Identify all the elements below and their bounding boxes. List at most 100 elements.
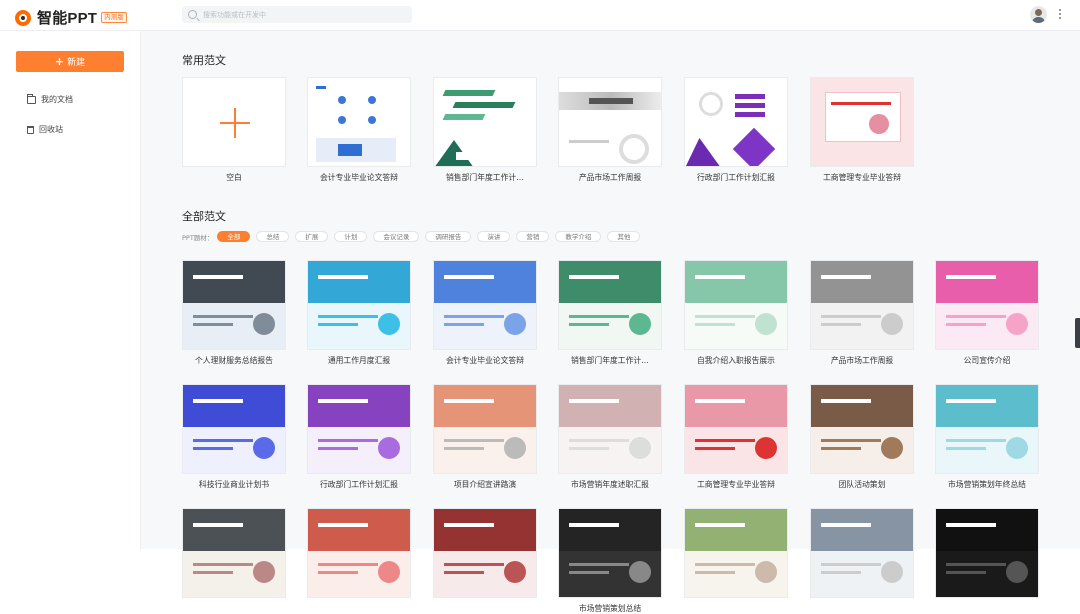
- template-card[interactable]: 团队活动策划: [810, 384, 914, 490]
- filter-tag[interactable]: 总结: [256, 231, 290, 242]
- search-icon: [188, 10, 197, 19]
- template-label: 会计专业毕业论文答辩: [320, 173, 398, 182]
- filter-tag[interactable]: 全部: [217, 231, 251, 242]
- template-thumbnail: [558, 508, 662, 598]
- template-card[interactable]: 工商管理专业毕业答辩: [810, 77, 914, 183]
- main-content: 常用范文 空白 会计专业毕业论文答辩 销售部门年度工作计… 产品市场工作周报 行…: [141, 31, 1080, 613]
- plus-icon: +: [54, 55, 65, 68]
- template-card[interactable]: 科技行业商业计划书: [182, 384, 286, 490]
- template-card[interactable]: 会计专业毕业论文答辩: [433, 260, 537, 366]
- template-label: 项目介绍宣讲路演: [453, 480, 517, 489]
- search-bar[interactable]: [182, 6, 412, 23]
- template-thumbnail: [935, 384, 1039, 474]
- filter-tag[interactable]: 会议记录: [373, 231, 420, 242]
- template-thumbnail: [182, 77, 286, 167]
- template-card[interactable]: 会计专业毕业论文答辩: [307, 77, 411, 183]
- avatar[interactable]: [1030, 6, 1047, 23]
- template-thumbnail: [810, 77, 914, 167]
- template-thumbnail: [433, 77, 537, 167]
- template-label: 团队活动策划: [838, 480, 886, 489]
- template-label: 科技行业商业计划书: [198, 480, 270, 489]
- template-card[interactable]: [307, 508, 411, 603]
- filter-tag[interactable]: 其他: [607, 231, 641, 242]
- template-thumbnail: [684, 260, 788, 350]
- template-thumbnail: [684, 77, 788, 167]
- template-thumbnail: [558, 77, 662, 167]
- section-title-all: 全部范文: [182, 210, 226, 223]
- new-button[interactable]: + 新建: [16, 51, 124, 72]
- template-card[interactable]: 项目介绍宣讲路演: [433, 384, 537, 490]
- template-card[interactable]: [684, 508, 788, 603]
- template-card[interactable]: 产品市场工作周报: [558, 77, 662, 183]
- template-card[interactable]: 行政部门工作计划汇报: [307, 384, 411, 490]
- sidebar-item-trash[interactable]: 回收站: [27, 124, 63, 135]
- template-card[interactable]: [810, 508, 914, 603]
- template-card[interactable]: 产品市场工作周报: [810, 260, 914, 366]
- sidebar-item-label: 回收站: [39, 125, 63, 134]
- template-thumbnail: [810, 508, 914, 598]
- template-thumbnail: [182, 260, 286, 350]
- folder-icon: [27, 93, 36, 104]
- template-card[interactable]: [182, 508, 286, 603]
- template-card[interactable]: 市场营销策划总结: [558, 508, 662, 614]
- template-thumbnail: [684, 384, 788, 474]
- template-thumbnail: [810, 260, 914, 350]
- template-card[interactable]: 通用工作月度汇报: [307, 260, 411, 366]
- template-label: 销售部门年度工作计…: [446, 173, 524, 182]
- template-thumbnail: [433, 508, 537, 598]
- template-card[interactable]: 个人理财服务总结报告: [182, 260, 286, 366]
- template-thumbnail: [558, 260, 662, 350]
- template-label: 会计专业毕业论文答辩: [446, 356, 524, 365]
- template-label: 工商管理专业毕业答辩: [697, 480, 775, 489]
- filter-tag[interactable]: 演讲: [477, 231, 511, 242]
- template-card[interactable]: 工商管理专业毕业答辩: [684, 384, 788, 490]
- logo-icon: [15, 9, 31, 26]
- filter-tag[interactable]: 扩展: [295, 231, 329, 242]
- template-label: 工商管理专业毕业答辩: [823, 173, 901, 182]
- template-label: 行政部门工作计划汇报: [320, 480, 398, 489]
- filter-bar: PPT题材： 全部 总结 扩展 计划 会议记录 调研报告 演讲 营销 教学介绍 …: [182, 231, 646, 242]
- template-label: 销售部门年度工作计…: [571, 356, 649, 365]
- template-card[interactable]: 市场营销年度述职汇报: [558, 384, 662, 490]
- template-thumbnail: [307, 77, 411, 167]
- sidebar: + 新建 我的文档 回收站: [0, 31, 141, 549]
- template-card[interactable]: 自我介绍入职报告展示: [684, 260, 788, 366]
- sidebar-item-my-docs[interactable]: 我的文档: [27, 93, 73, 105]
- filter-tag[interactable]: 计划: [334, 231, 368, 242]
- template-card[interactable]: 市场营销策划年终总结: [935, 384, 1039, 490]
- template-thumbnail: [182, 384, 286, 474]
- template-card[interactable]: [935, 508, 1039, 603]
- side-panel-handle[interactable]: [1075, 318, 1080, 348]
- template-card[interactable]: [433, 508, 537, 603]
- template-thumbnail: [307, 508, 411, 598]
- plus-icon: [220, 108, 250, 138]
- search-input[interactable]: [203, 10, 403, 19]
- template-thumbnail: [182, 508, 286, 598]
- filter-tag[interactable]: 调研报告: [425, 231, 472, 242]
- template-thumbnail: [307, 384, 411, 474]
- more-menu-icon[interactable]: [1057, 7, 1063, 21]
- filter-tag[interactable]: 营销: [516, 231, 550, 242]
- template-card[interactable]: 公司宣传介绍: [935, 260, 1039, 366]
- template-thumbnail: [935, 508, 1039, 598]
- filter-tag[interactable]: 教学介绍: [555, 231, 602, 242]
- template-label: 自我介绍入职报告展示: [697, 356, 775, 365]
- template-label: 空白: [226, 173, 242, 182]
- app-name: 智能PPT: [37, 10, 98, 27]
- template-thumbnail: [558, 384, 662, 474]
- template-card[interactable]: 销售部门年度工作计…: [433, 77, 537, 183]
- template-thumbnail: [810, 384, 914, 474]
- template-thumbnail: [935, 260, 1039, 350]
- beta-badge: 内测版: [101, 12, 127, 23]
- template-label: 公司宣传介绍: [963, 356, 1011, 365]
- app-logo[interactable]: 智能PPT: [15, 7, 97, 28]
- template-label: 市场营销年度述职汇报: [571, 480, 649, 489]
- template-label: 市场营销策划年终总结: [948, 480, 1026, 489]
- template-card[interactable]: 销售部门年度工作计…: [558, 260, 662, 366]
- template-thumbnail: [433, 384, 537, 474]
- template-label: 个人理财服务总结报告: [195, 356, 273, 365]
- template-card[interactable]: 行政部门工作计划汇报: [684, 77, 788, 183]
- template-card-blank[interactable]: 空白: [182, 77, 286, 183]
- template-label: 产品市场工作周报: [830, 356, 894, 365]
- sidebar-item-label: 我的文档: [41, 95, 73, 104]
